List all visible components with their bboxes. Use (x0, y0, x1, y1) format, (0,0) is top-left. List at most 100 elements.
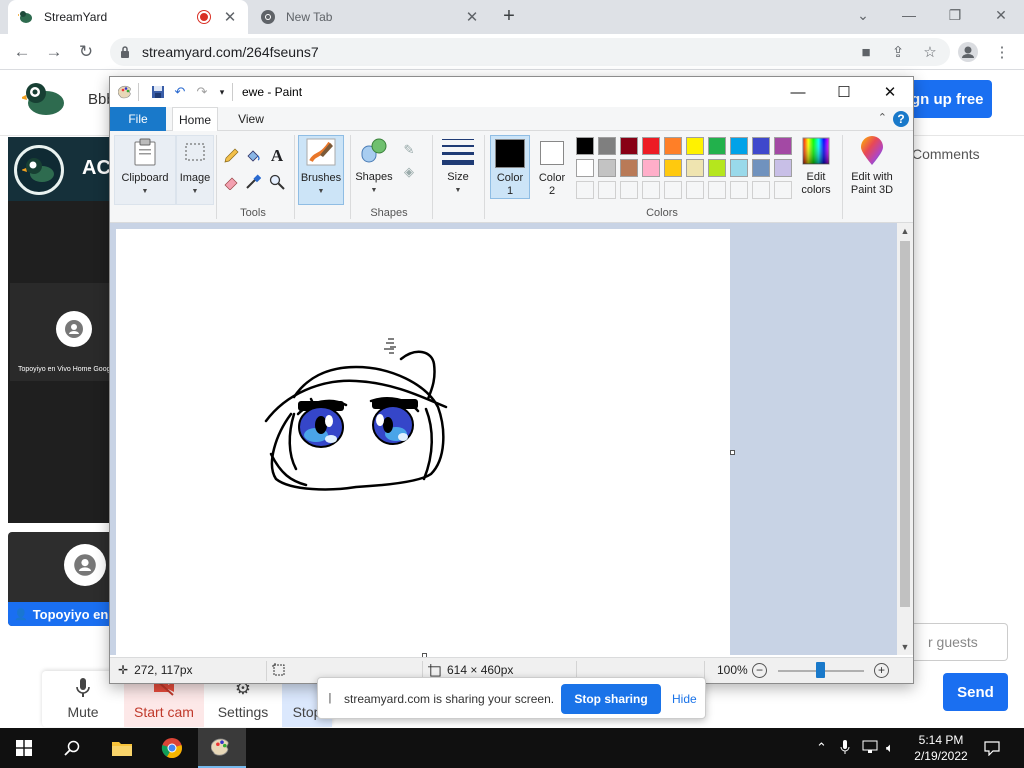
eraser-icon[interactable] (220, 171, 242, 193)
notifications-icon[interactable] (984, 740, 1000, 759)
stop-sharing-button[interactable]: Stop sharing (561, 684, 661, 714)
palette-swatch[interactable] (730, 137, 748, 155)
edit-colors-button[interactable]: Edit colors (794, 135, 838, 205)
palette-swatch[interactable] (642, 159, 660, 177)
palette-swatch[interactable] (708, 159, 726, 177)
zoom-slider-thumb[interactable] (816, 662, 825, 678)
restore-icon[interactable]: ❐ (932, 0, 978, 30)
custom-color-slot[interactable] (708, 181, 726, 199)
guest-tile[interactable]: 👤 Topoyiyo en (8, 532, 110, 626)
custom-color-slot[interactable] (686, 181, 704, 199)
color-1-button[interactable]: Color 1 (490, 135, 530, 199)
palette-swatch[interactable] (598, 137, 616, 155)
system-clock[interactable]: 5:14 PM 2/19/2022 (905, 732, 977, 764)
palette-swatch[interactable] (730, 159, 748, 177)
tab-home[interactable]: Home (172, 107, 218, 132)
tab-file[interactable]: File (110, 107, 166, 131)
hide-notice-button[interactable]: Hide (672, 692, 697, 706)
tab-new-tab[interactable]: New Tab ✕ (250, 0, 490, 34)
scroll-thumb[interactable] (900, 241, 910, 607)
vertical-scrollbar[interactable]: ▲ ▼ (897, 223, 913, 655)
paint-taskbar-button[interactable] (198, 728, 246, 768)
redo-icon[interactable]: ↷ (194, 84, 210, 100)
new-tab-button[interactable]: + (498, 6, 520, 28)
scroll-down-icon[interactable]: ▼ (897, 639, 913, 655)
paint-maximize-icon[interactable]: ☐ (821, 77, 867, 107)
comment-input[interactable]: r guests (912, 623, 1008, 661)
size-button[interactable]: Size ▼ (438, 135, 478, 205)
palette-swatch[interactable] (752, 137, 770, 155)
microphone-tray-icon[interactable] (840, 740, 850, 758)
custom-color-slot[interactable] (774, 181, 792, 199)
bookmark-star-icon[interactable]: ☆ (920, 42, 940, 62)
address-bar[interactable]: streamyard.com/264fseuns7 (110, 38, 950, 66)
palette-swatch[interactable] (752, 159, 770, 177)
custom-color-slot[interactable] (664, 181, 682, 199)
close-tab-icon[interactable]: ✕ (464, 8, 480, 26)
paint-app-icon[interactable] (118, 84, 134, 100)
search-button[interactable] (48, 728, 96, 768)
palette-swatch[interactable] (774, 137, 792, 155)
custom-color-slot[interactable] (598, 181, 616, 199)
volume-icon[interactable]: 🔈︎ (886, 740, 894, 756)
palette-swatch[interactable] (642, 137, 660, 155)
close-tab-icon[interactable]: ✕ (222, 8, 238, 26)
undo-icon[interactable]: ↶ (172, 84, 188, 100)
camera-tile[interactable]: Topoyiyo en Vivo Home Goog (10, 283, 110, 381)
start-button[interactable] (0, 728, 48, 768)
profile-avatar-icon[interactable] (958, 42, 978, 62)
file-explorer-button[interactable] (98, 728, 146, 768)
chrome-menu-icon[interactable]: ⋮ (992, 42, 1012, 62)
paint-minimize-icon[interactable]: — (775, 77, 821, 107)
palette-swatch[interactable] (664, 159, 682, 177)
fill-bucket-icon[interactable] (242, 145, 264, 167)
text-tool-icon[interactable]: A (266, 145, 288, 167)
palette-swatch[interactable] (598, 159, 616, 177)
paint-close-icon[interactable]: ✕ (867, 77, 913, 107)
palette-swatch[interactable] (576, 159, 594, 177)
color-2-button[interactable]: Color 2 (532, 135, 572, 199)
magnifier-icon[interactable] (266, 171, 288, 193)
palette-swatch[interactable] (664, 137, 682, 155)
custom-color-slot[interactable] (730, 181, 748, 199)
zoom-in-button[interactable]: + (874, 663, 889, 678)
camera-in-use-icon[interactable]: ■ (856, 42, 876, 62)
close-window-icon[interactable]: ✕ (978, 0, 1024, 30)
tab-streamyard[interactable]: StreamYard ✕ (8, 0, 248, 34)
scroll-up-icon[interactable]: ▲ (897, 223, 913, 239)
send-button[interactable]: Send (943, 673, 1008, 711)
comments-tab[interactable]: Comments (912, 146, 980, 162)
network-icon[interactable] (862, 740, 878, 757)
sign-up-button[interactable]: gn up free (905, 80, 992, 118)
show-hidden-icons[interactable]: ⌃ (816, 740, 827, 756)
minimize-icon[interactable]: — (886, 0, 932, 30)
palette-swatch[interactable] (620, 137, 638, 155)
custom-color-slot[interactable] (642, 181, 660, 199)
forward-icon[interactable]: → (42, 40, 66, 64)
custom-color-slot[interactable] (620, 181, 638, 199)
back-icon[interactable]: ← (10, 40, 34, 64)
custom-color-slot[interactable] (576, 181, 594, 199)
palette-swatch[interactable] (708, 137, 726, 155)
shapes-button[interactable]: Shapes ▼ (354, 135, 394, 205)
brushes-button[interactable]: Brushes ▼ (298, 135, 344, 205)
collapse-ribbon-icon[interactable]: ⌃ (878, 111, 887, 124)
palette-swatch[interactable] (620, 159, 638, 177)
resize-handle-right[interactable] (730, 450, 735, 455)
clipboard-button[interactable]: Clipboard ▼ (114, 135, 176, 205)
outline-icon[interactable]: ✎ (398, 139, 420, 161)
chrome-taskbar-button[interactable] (148, 728, 196, 768)
drag-handle-icon[interactable]: || (328, 692, 331, 704)
palette-swatch[interactable] (774, 159, 792, 177)
pencil-icon[interactable] (220, 145, 242, 167)
image-button[interactable]: Image ▼ (176, 135, 214, 205)
save-icon[interactable] (150, 84, 166, 100)
shape-fill-icon[interactable]: ◈ (398, 161, 420, 183)
tab-view[interactable]: View (228, 107, 274, 131)
color-picker-icon[interactable] (242, 171, 264, 193)
custom-color-slot[interactable] (752, 181, 770, 199)
help-icon[interactable]: ? (893, 111, 909, 127)
drawing-canvas[interactable] (116, 229, 730, 655)
quick-access-dropdown-icon[interactable]: ▾ (214, 84, 230, 100)
palette-swatch[interactable] (686, 159, 704, 177)
